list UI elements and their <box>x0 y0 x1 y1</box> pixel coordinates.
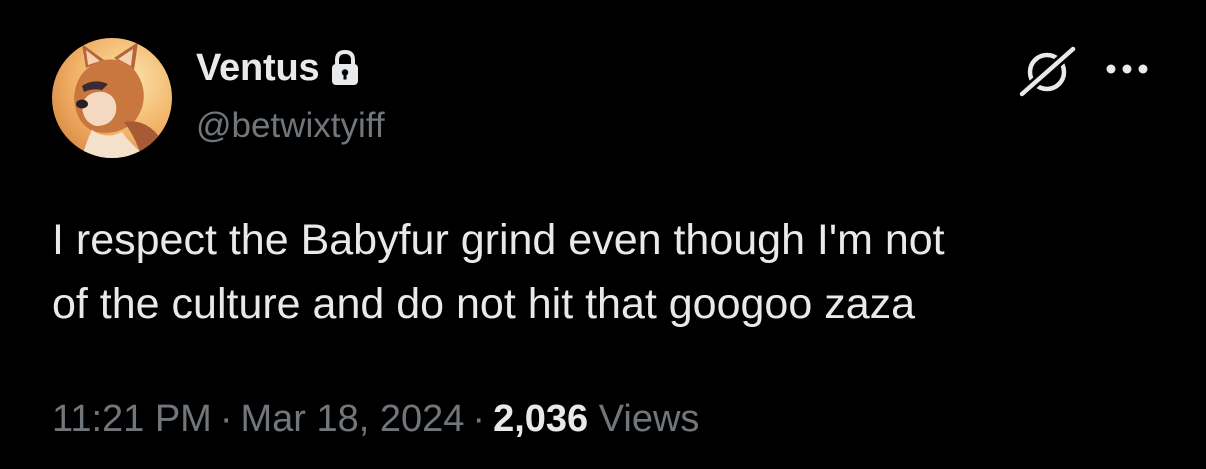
more-options-icon[interactable] <box>1104 62 1150 76</box>
avatar[interactable] <box>52 38 172 158</box>
author-display-name[interactable]: Ventus <box>196 47 320 90</box>
views-count[interactable]: 2,036 <box>493 398 588 440</box>
tweet-time[interactable]: 11:21 PM <box>52 398 212 440</box>
tweet-date[interactable]: Mar 18, 2024 <box>241 398 465 440</box>
views-label[interactable]: Views <box>599 398 700 440</box>
tweet-meta: 11:21 PM · Mar 18, 2024 · 2,036 Views <box>52 398 699 441</box>
author-handle[interactable]: @betwixtyiff <box>196 106 385 146</box>
tweet-text-line: of the culture and do not hit that googo… <box>52 280 916 328</box>
meta-separator: · <box>472 398 486 440</box>
tweet-text-line: I respect the Babyfur grind even though … <box>52 216 945 264</box>
tweet-card: Ventus @betwixtyiff I respect the Babyfu… <box>0 0 1206 469</box>
lock-icon <box>329 49 361 87</box>
fox-avatar-icon <box>52 38 172 158</box>
grok-icon[interactable] <box>1016 44 1078 100</box>
meta-separator: · <box>219 398 233 440</box>
author-name-row: Ventus <box>196 44 361 92</box>
tweet-body: I respect the Babyfur grind even though … <box>52 208 1172 336</box>
